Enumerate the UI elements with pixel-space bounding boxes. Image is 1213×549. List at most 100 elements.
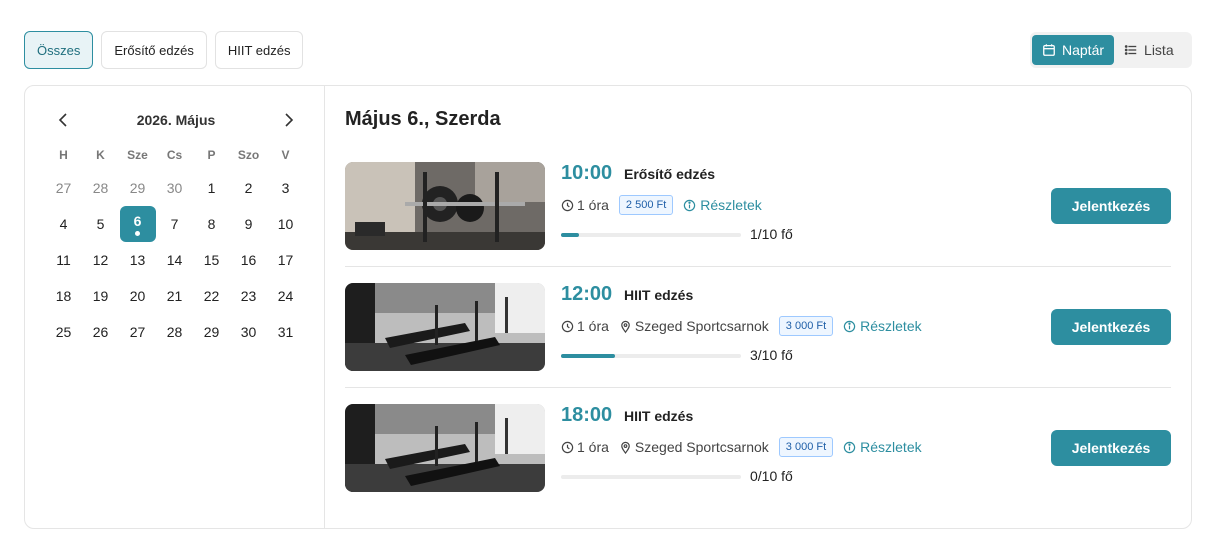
calendar-day[interactable]: 27 xyxy=(45,170,82,206)
calendar-day[interactable]: 14 xyxy=(156,242,193,278)
calendar-day[interactable]: 30 xyxy=(156,170,193,206)
calendar-day[interactable]: 17 xyxy=(267,242,304,278)
day-number: 28 xyxy=(92,180,109,196)
day-number: 19 xyxy=(92,288,109,304)
calendar-day[interactable]: 27 xyxy=(119,314,156,350)
event-image-treadmills xyxy=(345,283,545,371)
price-badge: 2 500 Ft xyxy=(618,195,674,215)
calendar-day[interactable]: 10 xyxy=(267,206,304,242)
weekday-label: K xyxy=(96,148,105,162)
info-icon xyxy=(843,320,856,332)
calendar-day[interactable]: 23 xyxy=(230,278,267,314)
calendar-day[interactable]: 26 xyxy=(82,314,119,350)
calendar-day[interactable]: 5 xyxy=(82,206,119,242)
calendar-day[interactable]: 29 xyxy=(119,170,156,206)
details-link[interactable]: Részletek xyxy=(843,318,922,334)
capacity-text: 3/10 fő xyxy=(750,347,793,363)
event-item: 10:00 Erősítő edzés 1 óra 2 500 Ft Részl… xyxy=(345,162,1171,262)
calendar-day-selected[interactable]: 6 xyxy=(119,206,156,242)
day-number: 30 xyxy=(166,180,183,196)
event-item: 12:00 HIIT edzés 1 óra Szeged Sportcsarn… xyxy=(345,283,1171,383)
calendar-day[interactable]: 16 xyxy=(230,242,267,278)
price-badge: 3 000 Ft xyxy=(778,316,834,336)
calendar-day[interactable]: 4 xyxy=(45,206,82,242)
calendar-header: 2026. Május xyxy=(51,110,301,130)
chevron-left-icon xyxy=(58,113,67,127)
apply-button[interactable]: Jelentkezés xyxy=(1051,188,1171,224)
event-meta: 1 óra Szeged Sportcsarnok 3 000 Ft Részl… xyxy=(561,436,922,458)
day-number: 17 xyxy=(277,252,294,268)
weekday-label: P xyxy=(207,148,216,162)
weekday-label: Szo xyxy=(237,148,260,162)
calendar-view-button[interactable]: Naptár xyxy=(1032,35,1115,65)
day-number: 29 xyxy=(129,180,146,196)
calendar-grid: H K Sze Cs P Szo V 27 28 29 30 1 2 3 4 5 6 7 8 9 10 11 12 13 14 1… xyxy=(45,140,304,350)
calendar-day[interactable]: 7 xyxy=(156,206,193,242)
day-number: 27 xyxy=(55,180,72,196)
calendar-day[interactable]: 21 xyxy=(156,278,193,314)
duration: 1 óra xyxy=(561,197,609,213)
day-number: 30 xyxy=(240,324,257,340)
event-dot xyxy=(135,231,140,236)
day-number: 5 xyxy=(96,216,105,232)
day-number: 20 xyxy=(129,288,146,304)
calendar-day[interactable]: 30 xyxy=(230,314,267,350)
calendar-day[interactable]: 3 xyxy=(267,170,304,206)
calendar-day[interactable]: 1 xyxy=(193,170,230,206)
calendar-panel: 2026. Május H K Sze Cs P Szo V 27 28 29 30 1 2 3 4 5 6 7 8… xyxy=(25,86,325,528)
info-icon xyxy=(843,441,856,453)
calendar-day[interactable]: 24 xyxy=(267,278,304,314)
capacity-bar xyxy=(561,475,741,479)
calendar-day[interactable]: 8 xyxy=(193,206,230,242)
list-view-button[interactable]: Lista xyxy=(1114,35,1184,65)
capacity-fill xyxy=(561,354,615,358)
calendar-day[interactable]: 15 xyxy=(193,242,230,278)
details-link[interactable]: Részletek xyxy=(683,197,762,213)
calendar-day[interactable]: 22 xyxy=(193,278,230,314)
apply-button[interactable]: Jelentkezés xyxy=(1051,430,1171,466)
calendar-day[interactable]: 25 xyxy=(45,314,82,350)
calendar-day[interactable]: 31 xyxy=(267,314,304,350)
calendar-day[interactable]: 2 xyxy=(230,170,267,206)
prev-month-button[interactable] xyxy=(51,110,75,130)
day-number: 29 xyxy=(203,324,220,340)
duration: 1 óra xyxy=(561,318,609,334)
weekday-label: Sze xyxy=(127,148,148,162)
calendar-day[interactable]: 18 xyxy=(45,278,82,314)
details-label: Részletek xyxy=(700,197,762,213)
divider xyxy=(345,266,1171,267)
chevron-right-icon xyxy=(285,113,294,127)
calendar-day[interactable]: 9 xyxy=(230,206,267,242)
filter-strength[interactable]: Erősítő edzés xyxy=(101,31,207,69)
event-time: 10:00 xyxy=(561,162,613,184)
next-month-button[interactable] xyxy=(277,110,301,130)
duration-text: 1 óra xyxy=(577,318,609,334)
calendar-day[interactable]: 13 xyxy=(119,242,156,278)
event-image-treadmills xyxy=(345,404,545,492)
day-number: 13 xyxy=(129,252,146,268)
calendar-day[interactable]: 11 xyxy=(45,242,82,278)
apply-button[interactable]: Jelentkezés xyxy=(1051,309,1171,345)
clock-icon xyxy=(561,199,574,211)
weekday-label: Cs xyxy=(166,148,183,162)
event-meta: 1 óra Szeged Sportcsarnok 3 000 Ft Részl… xyxy=(561,315,922,337)
capacity-text: 1/10 fő xyxy=(750,226,793,242)
capacity-fill xyxy=(561,233,579,237)
calendar-day[interactable]: 19 xyxy=(82,278,119,314)
calendar-day[interactable]: 29 xyxy=(193,314,230,350)
filter-hiit[interactable]: HIIT edzés xyxy=(214,31,304,69)
details-link[interactable]: Részletek xyxy=(843,439,922,455)
calendar-day[interactable]: 12 xyxy=(82,242,119,278)
calendar-day[interactable]: 28 xyxy=(156,314,193,350)
duration: 1 óra xyxy=(561,439,609,455)
day-number: 12 xyxy=(92,252,109,268)
event-image-weights xyxy=(345,162,545,250)
day-number: 22 xyxy=(203,288,220,304)
capacity-text: 0/10 fő xyxy=(750,468,793,484)
weekday-label: H xyxy=(59,148,68,162)
filter-all[interactable]: Összes xyxy=(24,31,94,69)
calendar-day[interactable]: 28 xyxy=(82,170,119,206)
map-pin-icon xyxy=(621,320,630,333)
day-number: 25 xyxy=(55,324,72,340)
calendar-day[interactable]: 20 xyxy=(119,278,156,314)
